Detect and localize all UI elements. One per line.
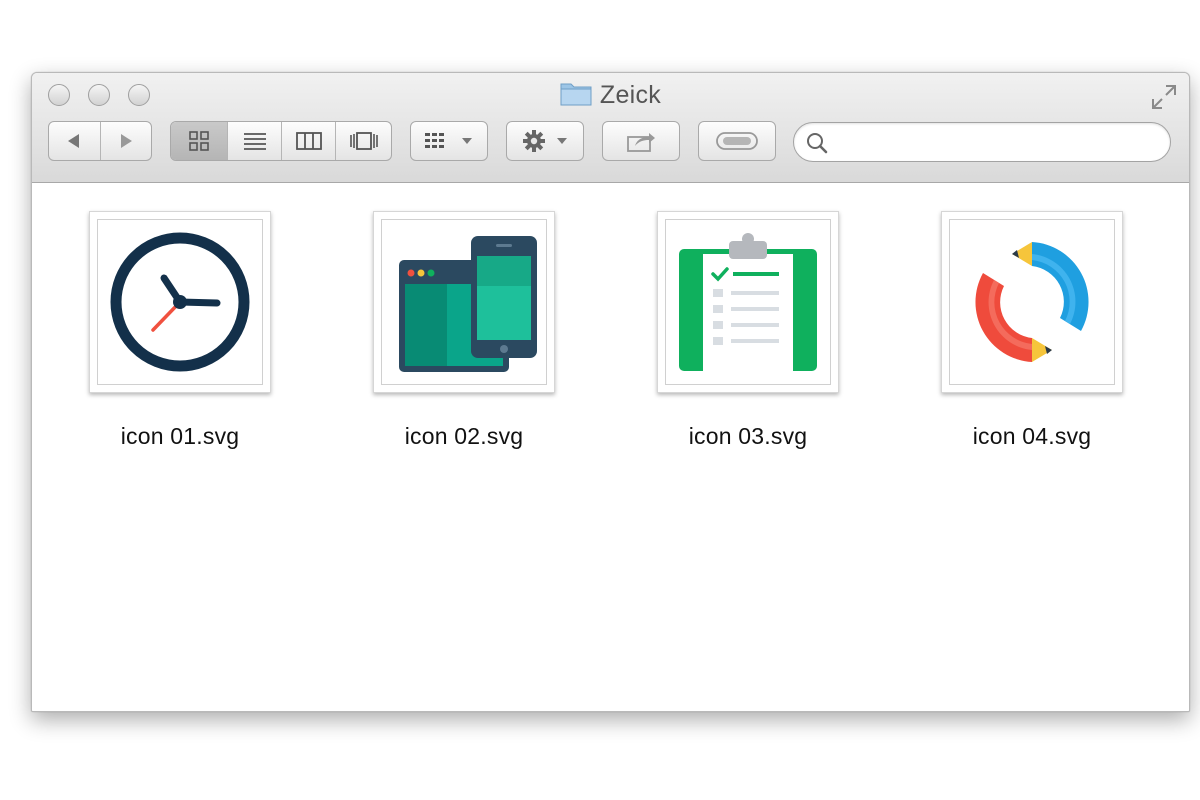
- chevron-down-icon: [462, 138, 472, 144]
- share-button[interactable]: [602, 121, 680, 161]
- cover-flow-icon: [349, 132, 378, 150]
- file-item[interactable]: icon 02.svg: [349, 211, 579, 450]
- sync-arrows-icon: [975, 242, 1089, 362]
- back-button[interactable]: [49, 122, 101, 160]
- file-name: icon 03.svg: [688, 423, 808, 449]
- search-input[interactable]: [834, 129, 1158, 157]
- back-forward-buttons: [48, 121, 152, 161]
- file-item[interactable]: icon 03.svg: [633, 211, 863, 450]
- clock-icon: [110, 232, 250, 372]
- file-thumbnail: [89, 211, 271, 393]
- icon-view-icon: [189, 131, 209, 151]
- file-thumbnail: [373, 211, 555, 393]
- file-browser-area: icon 01.svg icon 02.svg icon 03.svg icon…: [32, 183, 1189, 711]
- view-mode-segment: [170, 121, 392, 161]
- icon-view-button[interactable]: [171, 122, 228, 160]
- file-thumbnail: [657, 211, 839, 393]
- cover-flow-button[interactable]: [336, 122, 391, 160]
- file-thumbnail: [941, 211, 1123, 393]
- back-arrow-icon: [68, 134, 80, 148]
- file-name: icon 02.svg: [404, 423, 524, 449]
- action-button[interactable]: [506, 121, 584, 161]
- window-title: Zeick: [560, 80, 661, 111]
- file-name: icon 04.svg: [972, 423, 1092, 449]
- column-view-icon: [295, 132, 322, 150]
- arrange-grid-icon: [425, 133, 444, 148]
- browser-phone-icon: [399, 236, 537, 372]
- column-view-button[interactable]: [282, 122, 337, 160]
- folder-icon: [560, 80, 592, 111]
- chevron-down-icon: [557, 138, 567, 144]
- file-name: icon 01.svg: [120, 423, 240, 449]
- forward-arrow-icon: [120, 134, 132, 148]
- list-view-icon: [243, 133, 266, 150]
- window-title-text: Zeick: [599, 81, 662, 109]
- tags-button[interactable]: [698, 121, 776, 161]
- title-bar: Zeick: [32, 73, 1189, 183]
- search-field[interactable]: [793, 122, 1171, 162]
- clipboard-checklist-icon: [679, 233, 817, 371]
- file-item[interactable]: icon 04.svg: [917, 211, 1147, 450]
- gear-icon: [523, 130, 545, 152]
- search-icon: [807, 133, 828, 154]
- share-icon: [627, 133, 655, 152]
- file-item[interactable]: icon 01.svg: [65, 211, 295, 450]
- finder-window: Zeick icon 01.svg icon 02.svg icon 03.sv…: [31, 72, 1190, 712]
- list-view-button[interactable]: [228, 122, 283, 160]
- tag-toggle-icon: [716, 132, 758, 150]
- arrange-button[interactable]: [410, 121, 488, 161]
- forward-button[interactable]: [101, 122, 152, 160]
- fullscreen-icon[interactable]: [1149, 82, 1179, 117]
